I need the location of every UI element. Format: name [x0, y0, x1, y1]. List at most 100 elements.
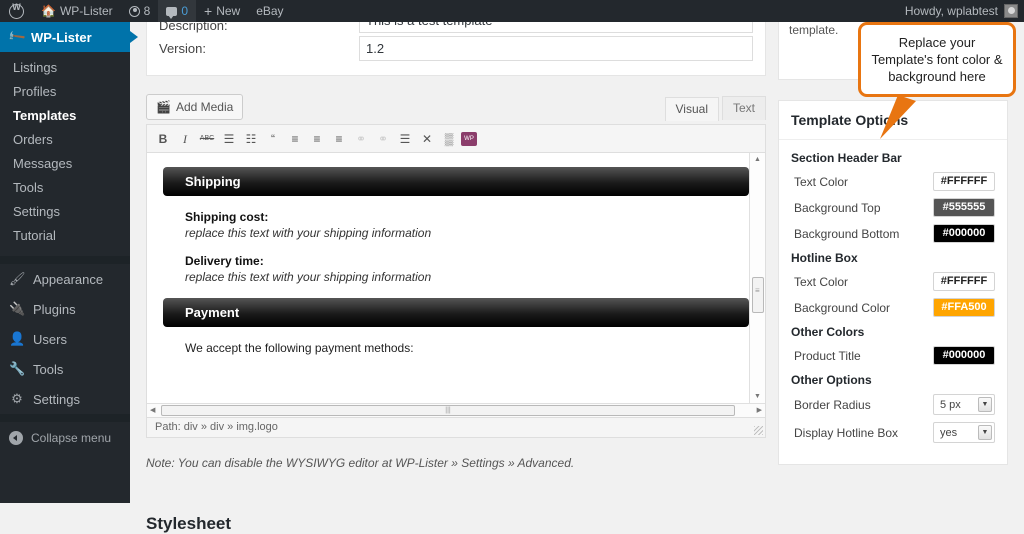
sidebar-item-label: Messages: [13, 156, 73, 171]
editor-resize-handle[interactable]: [754, 426, 763, 435]
option-row: Border Radius 5 px ▼: [791, 394, 995, 415]
new-content-menu[interactable]: + New: [196, 0, 248, 22]
version-label: Version:: [159, 40, 206, 56]
sidebar-item-templates[interactable]: Templates: [0, 104, 130, 128]
sidebar-item-appearance-core[interactable]: 🖌 Appearance: [0, 264, 130, 294]
sidebar-item-users-core[interactable]: 👤 Users: [0, 324, 130, 354]
annotation-callout: Replace your Template's font color & bac…: [858, 22, 1016, 97]
collapse-menu-button[interactable]: Collapse menu: [0, 422, 130, 452]
sidebar-item-orders[interactable]: Orders: [0, 128, 130, 152]
editor-canvas[interactable]: Shipping Shipping cost: replace this text …: [147, 153, 765, 403]
color-input-text-color[interactable]: #FFFFFF: [933, 272, 995, 291]
option-label: Text Color: [794, 274, 849, 289]
media-icon: 🎬: [156, 100, 171, 114]
ebay-menu[interactable]: eBay: [248, 0, 291, 22]
color-input-background-bottom[interactable]: #000000: [933, 224, 995, 243]
editor-top-row: 🎬 Add Media Visual Text: [146, 90, 766, 124]
align-center-icon[interactable]: ≡: [307, 129, 327, 149]
sidebar-item-label: Tools: [13, 180, 44, 195]
comments-menu[interactable]: 0: [158, 0, 196, 22]
italic-icon[interactable]: I: [175, 129, 195, 149]
chevron-down-icon[interactable]: ▼: [978, 425, 992, 440]
bold-icon[interactable]: B: [153, 129, 173, 149]
template-options-panel: Template Options Section Header Bar Text …: [778, 100, 1008, 465]
sidebar-item-label: Plugins: [33, 301, 76, 317]
wordpress-logo-menu[interactable]: [0, 0, 33, 22]
editor-vertical-scrollbar[interactable]: ▲ ▼: [749, 153, 765, 403]
spellcheck-icon[interactable]: ▒: [439, 129, 459, 149]
insert-more-tag-icon[interactable]: ☰: [395, 129, 415, 149]
side-info-text: template.: [789, 23, 839, 37]
scroll-up-arrow-icon[interactable]: ▲: [754, 156, 761, 163]
unordered-list-icon[interactable]: ☰: [219, 129, 239, 149]
insert-link-icon[interactable]: ⚭: [351, 129, 371, 149]
option-row: Display Hotline Box yes ▼: [791, 422, 995, 443]
distraction-free-icon[interactable]: ✕: [417, 129, 437, 149]
option-row: Background Color #FFA500: [791, 298, 995, 317]
sidebar-item-label: Settings: [33, 391, 80, 407]
ordered-list-icon[interactable]: ☷: [241, 129, 261, 149]
option-label: Product Title: [794, 348, 861, 363]
color-input-product-title[interactable]: #000000: [933, 346, 995, 365]
chevron-down-icon[interactable]: ▼: [978, 397, 992, 412]
site-name-label: WP-Lister: [59, 4, 113, 18]
tab-visual[interactable]: Visual: [664, 97, 719, 121]
strikethrough-icon[interactable]: ABC: [197, 129, 217, 149]
sidebar-item-tools[interactable]: Tools: [0, 176, 130, 200]
options-group-title: Other Options: [791, 373, 872, 387]
unlink-icon[interactable]: ⚭: [373, 129, 393, 149]
site-name-menu[interactable]: 🏠 WP-Lister: [33, 0, 121, 22]
admin-sidebar: 🔨 WP-Lister Listings Profiles Templates Ord…: [0, 22, 138, 503]
tab-text[interactable]: Text: [721, 96, 766, 120]
sidebar-item-settings[interactable]: Settings: [0, 200, 130, 224]
gavel-icon: 🔨: [6, 26, 27, 48]
editor-horizontal-scrollbar[interactable]: ◀ ||| ▶: [147, 403, 765, 417]
option-label: Background Top: [794, 200, 881, 215]
color-input-background-color[interactable]: #FFA500: [933, 298, 995, 317]
kitchen-sink-icon[interactable]: WP: [461, 131, 477, 146]
select-border-radius[interactable]: 5 px ▼: [933, 394, 995, 415]
sidebar-item-label: Appearance: [33, 271, 104, 287]
admin-bar: 🏠 WP-Lister 8 0 + New eBay Howdy, wplabt…: [0, 0, 1024, 22]
sidebar-item-messages[interactable]: Messages: [0, 152, 130, 176]
option-row: Background Top #555555: [791, 198, 995, 217]
version-input[interactable]: [359, 35, 753, 61]
sidebar-item-wp-lister[interactable]: 🔨 WP-Lister: [0, 22, 138, 52]
editor-note: Note: You can disable the WYSIWYG editor…: [146, 456, 575, 470]
sidebar-item-profiles[interactable]: Profiles: [0, 80, 130, 104]
option-label: Text Color: [794, 174, 849, 189]
sidebar-item-plugins-core[interactable]: 🔌 Plugins: [0, 294, 130, 324]
editor-toolbar: B I ABC ☰ ☷ “≡ ≡ ≡ ⚭ ⚭ ☰ ✕ ▒ WP: [147, 125, 765, 153]
stylesheet-heading: Stylesheet: [146, 514, 232, 533]
home-icon: 🏠: [41, 4, 56, 18]
align-right-icon[interactable]: ≡: [329, 129, 349, 149]
sidebar-item-listings[interactable]: Listings: [0, 56, 130, 80]
account-menu[interactable]: Howdy, wplabtest: [905, 4, 1024, 18]
section-body: Shipping cost: replace this text with you…: [163, 210, 749, 284]
horizontal-scroll-thumb[interactable]: |||: [161, 405, 735, 416]
section-body: We accept the following payment methods:: [163, 341, 749, 355]
sidebar-item-settings-core[interactable]: ⚙ Settings: [0, 384, 130, 414]
sidebar-item-label: Profiles: [13, 84, 57, 99]
option-row: Background Bottom #000000: [791, 224, 995, 243]
sidebar-item-tutorial[interactable]: Tutorial: [0, 224, 130, 248]
sidebar-divider-2: [0, 414, 130, 422]
scroll-down-arrow-icon[interactable]: ▼: [754, 393, 761, 400]
color-input-text-color[interactable]: #FFFFFF: [933, 172, 995, 191]
scroll-right-arrow-icon[interactable]: ▶: [757, 406, 762, 414]
sidebar-item-label: Templates: [13, 108, 77, 123]
sidebar-item-tools-core[interactable]: 🔧 Tools: [0, 354, 130, 384]
align-left-icon[interactable]: ≡: [285, 129, 305, 149]
add-media-button[interactable]: 🎬 Add Media: [146, 94, 244, 120]
option-label: Display Hotline Box: [794, 425, 899, 440]
sidebar-item-label: Settings: [13, 204, 60, 219]
section-header-bar: Payment: [163, 298, 749, 327]
select-display-hotline-box[interactable]: yes ▼: [933, 422, 995, 443]
scroll-left-arrow-icon[interactable]: ◀: [150, 406, 155, 414]
color-input-background-top[interactable]: #555555: [933, 198, 995, 217]
vertical-scroll-thumb[interactable]: [752, 277, 764, 313]
comment-bubble-icon: [166, 6, 178, 19]
updates-menu[interactable]: 8: [121, 0, 159, 22]
blockquote-icon[interactable]: “: [263, 129, 283, 149]
section-plain-text: We accept the following payment methods:: [185, 341, 414, 355]
